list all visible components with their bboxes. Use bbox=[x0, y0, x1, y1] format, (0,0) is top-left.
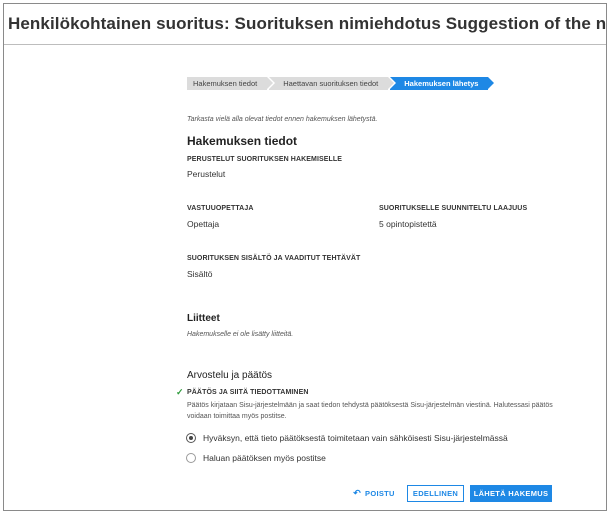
radio-unselected-icon[interactable] bbox=[186, 453, 196, 463]
exit-button-label: POISTU bbox=[365, 489, 395, 498]
option-electronic-only[interactable]: Hyväksyn, että tieto päätöksestä toimite… bbox=[186, 433, 508, 443]
step-course-info[interactable]: Haettavan suorituksen tiedot bbox=[269, 77, 395, 90]
undo-arrow-icon: ↶ bbox=[353, 488, 362, 498]
option-electronic-label: Hyväksyn, että tieto päätöksestä toimite… bbox=[203, 433, 508, 443]
teacher-value: Opettaja bbox=[187, 219, 220, 229]
step-submit[interactable]: Hakemuksen lähetys bbox=[390, 77, 495, 90]
justification-value: Perustelut bbox=[187, 169, 226, 179]
checkmark-icon: ✓ bbox=[176, 387, 184, 397]
app-window: Henkilökohtainen suoritus: Suorituksen n… bbox=[3, 3, 607, 511]
credits-value: 5 opintopistettä bbox=[379, 219, 437, 229]
attachments-empty-text: Hakemukselle ei ole lisätty liitteitä. bbox=[187, 331, 294, 338]
justification-label: PERUSTELUT SUORITUKSEN HAKEMISELLE bbox=[187, 156, 343, 163]
option-post-label: Haluan päätöksen myös postitse bbox=[203, 453, 326, 463]
credits-label: SUORITUKSELLE SUUNNITELTU LAAJUUS bbox=[379, 205, 528, 212]
decision-subtitle: PÄÄTÖS JA SIITÄ TIEDOTTAMINEN bbox=[187, 389, 309, 396]
step-application-info[interactable]: Hakemuksen tiedot bbox=[187, 77, 274, 90]
page-title: Henkilökohtainen suoritus: Suorituksen n… bbox=[8, 14, 607, 33]
progress-steps: Hakemuksen tiedot Haettavan suorituksen … bbox=[187, 77, 495, 90]
decision-heading: Arvostelu ja päätös bbox=[187, 370, 273, 381]
intro-text: Tarkasta vielä alla olevat tiedot ennen … bbox=[187, 116, 378, 123]
decision-description: Päätös kirjataan Sisu-järjestelmään ja s… bbox=[187, 402, 553, 420]
title-divider bbox=[4, 44, 606, 45]
content-value: Sisältö bbox=[187, 269, 213, 279]
teacher-label: VASTUUOPETTAJA bbox=[187, 205, 254, 212]
send-application-button[interactable]: LÄHETÄ HAKEMUS bbox=[470, 485, 552, 502]
application-info-heading: Hakemuksen tiedot bbox=[187, 134, 298, 148]
previous-button[interactable]: EDELLINEN bbox=[407, 485, 464, 502]
option-by-post[interactable]: Haluan päätöksen myös postitse bbox=[186, 453, 326, 463]
attachments-heading: Liitteet bbox=[187, 313, 220, 324]
exit-button[interactable]: ↶ POISTU bbox=[350, 485, 398, 502]
content-label: SUORITUKSEN SISÄLTÖ JA VAADITUT TEHTÄVÄT bbox=[187, 255, 361, 262]
radio-selected-icon[interactable] bbox=[186, 433, 196, 443]
